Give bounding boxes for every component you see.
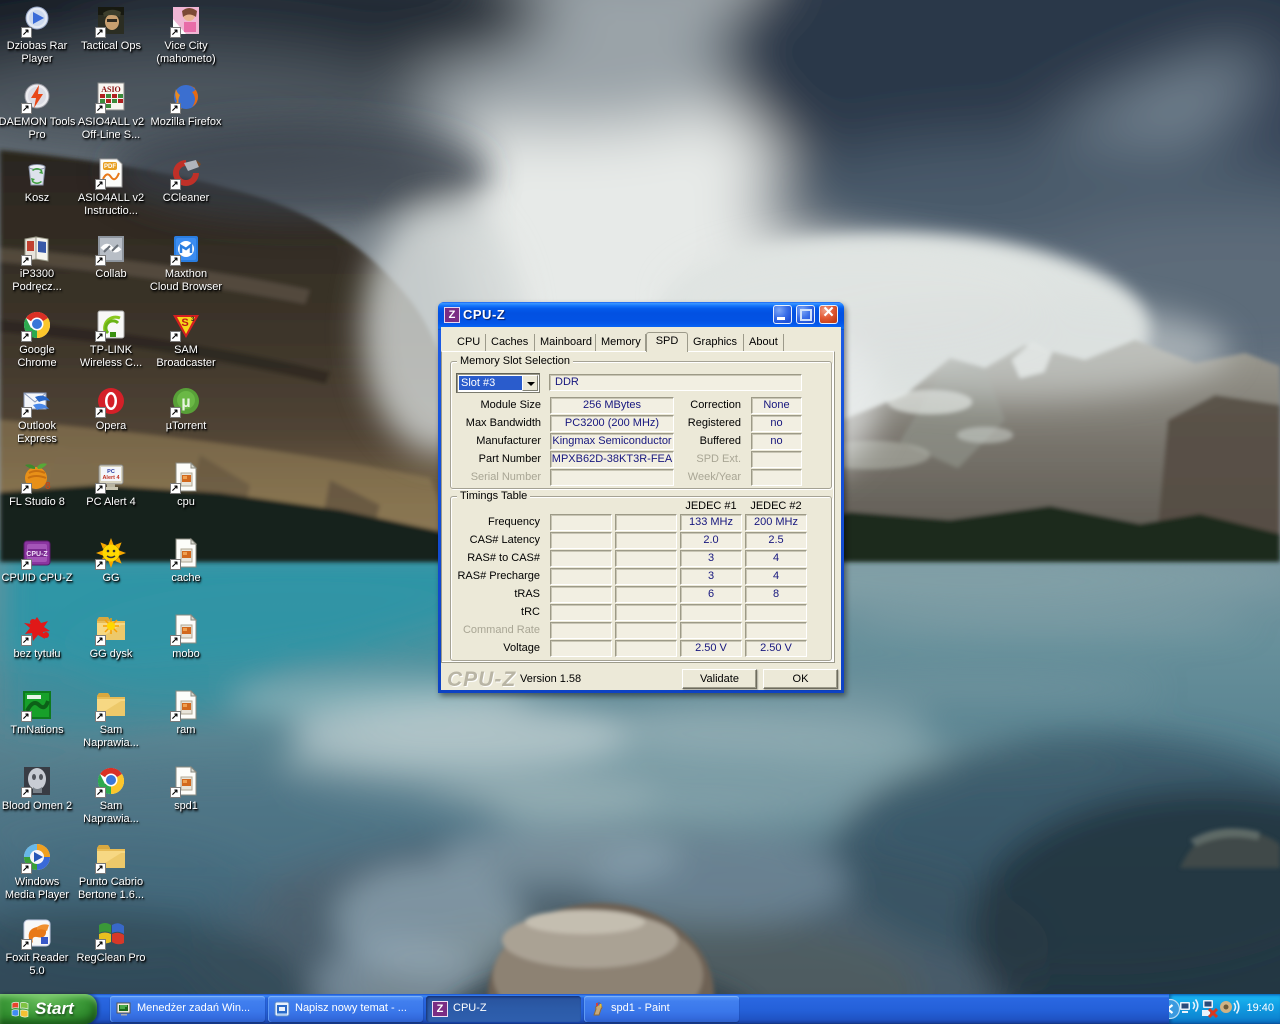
svg-text:ASIO: ASIO (101, 85, 121, 94)
svg-text:8: 8 (45, 481, 51, 492)
svg-text:CPU-Z: CPU-Z (26, 551, 48, 558)
svg-text:S: S (181, 317, 188, 329)
svg-text:Alert 4: Alert 4 (102, 475, 120, 481)
svg-text:µ: µ (181, 394, 190, 411)
svg-text:PDF: PDF (104, 164, 116, 170)
